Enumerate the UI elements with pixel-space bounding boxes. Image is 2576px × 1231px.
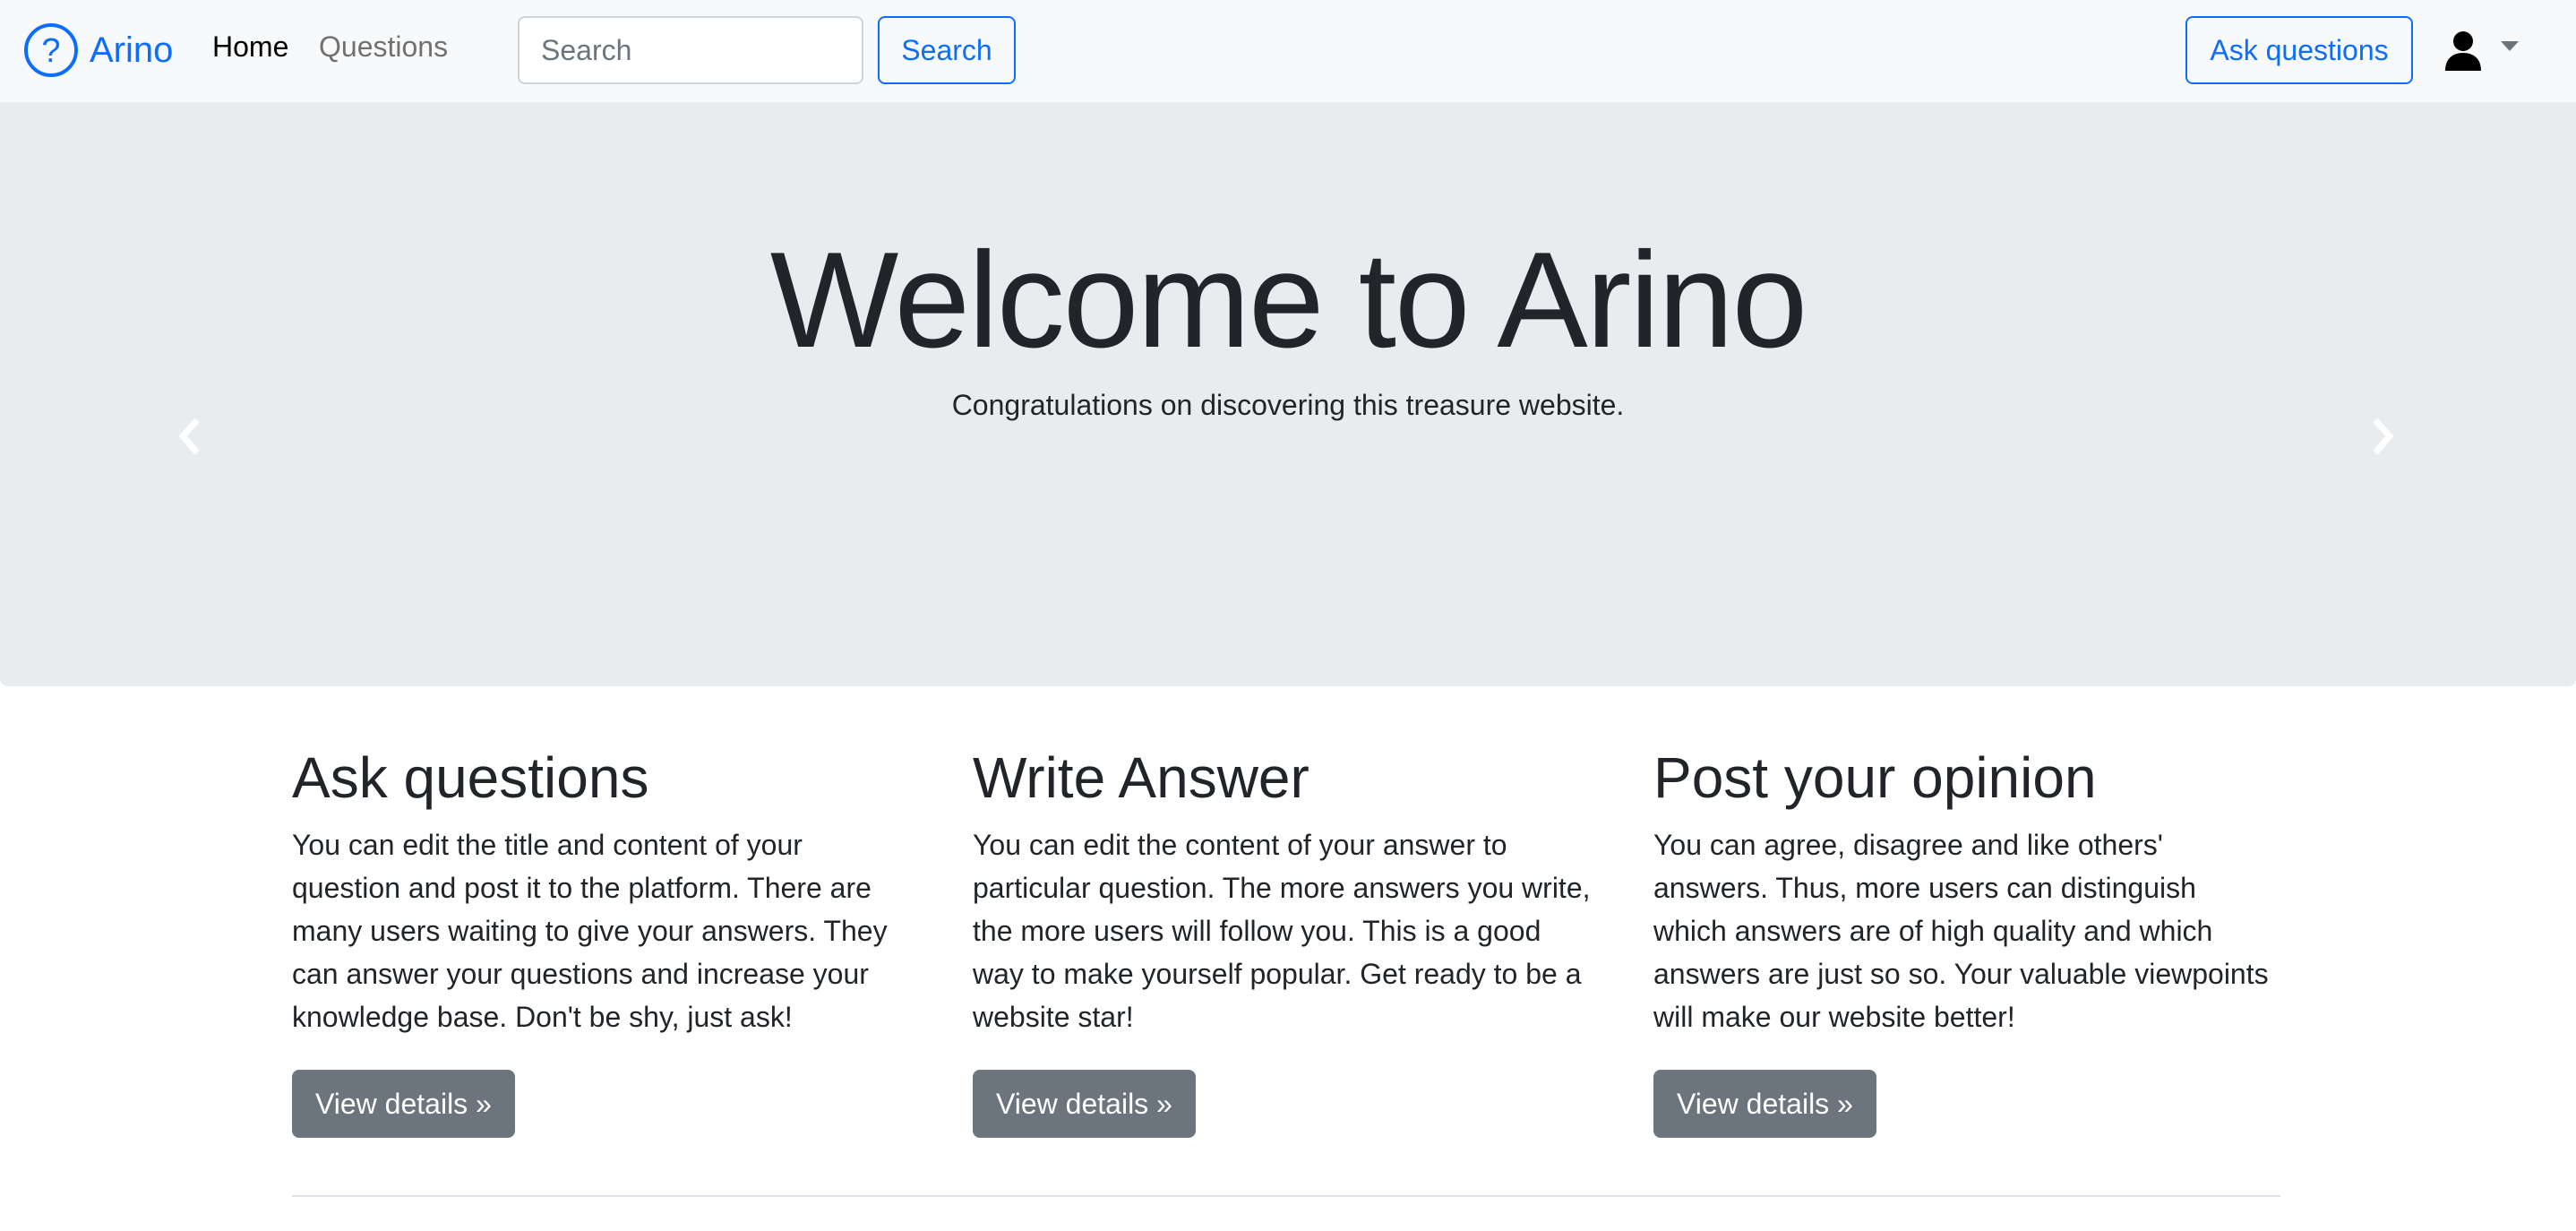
- chevron-right-icon: [2373, 418, 2394, 455]
- feature-text: You can agree, disagree and like others'…: [1653, 828, 2269, 1033]
- user-menu-dropdown[interactable]: [2442, 27, 2522, 75]
- feature-heading: Post your opinion: [1653, 745, 2097, 810]
- carousel-next-button[interactable]: [2356, 396, 2409, 477]
- carousel-prev-button[interactable]: [163, 396, 217, 477]
- hero-subtitle: Congratulations on discovering this trea…: [951, 389, 1625, 421]
- hero-title: Welcome to Arino: [769, 224, 1807, 376]
- feature-heading: Write Answer: [973, 745, 1309, 810]
- caret-down-icon: [2501, 40, 2519, 51]
- chevron-left-icon: [178, 418, 200, 455]
- svg-text:?: ?: [41, 32, 60, 70]
- feature-write-answer: Write Answer You can edit the content of…: [973, 744, 1591, 1038]
- search-button[interactable]: Search: [878, 16, 1016, 84]
- hero-carousel: Welcome to Arino Congratulations on disc…: [0, 102, 2576, 686]
- ask-questions-button[interactable]: Ask questions: [2185, 16, 2413, 84]
- feature-heading: Ask questions: [292, 745, 649, 810]
- view-details-button-opinion[interactable]: View details »: [1653, 1070, 1876, 1138]
- nav-home-link[interactable]: Home: [212, 30, 288, 64]
- user-icon: [2445, 31, 2481, 71]
- feature-post-opinion: Post your opinion You can agree, disagre…: [1653, 744, 2271, 1038]
- feature-text: You can edit the content of your answer …: [973, 828, 1591, 1033]
- view-details-button-answer[interactable]: View details »: [973, 1070, 1196, 1138]
- brand-name: Arino: [90, 30, 174, 70]
- brand-logo-link[interactable]: ? Arino: [23, 22, 173, 79]
- nav-questions-link[interactable]: Questions: [319, 30, 448, 64]
- feature-ask-questions: Ask questions You can edit the title and…: [292, 744, 910, 1038]
- feature-text: You can edit the title and content of yo…: [292, 828, 888, 1033]
- top-navbar: ? Arino Home Questions Search Ask questi…: [0, 0, 2576, 102]
- search-input[interactable]: [518, 16, 863, 84]
- view-details-button-ask[interactable]: View details »: [292, 1070, 515, 1138]
- question-circle-icon: ?: [24, 23, 78, 77]
- section-divider: [292, 1195, 2280, 1197]
